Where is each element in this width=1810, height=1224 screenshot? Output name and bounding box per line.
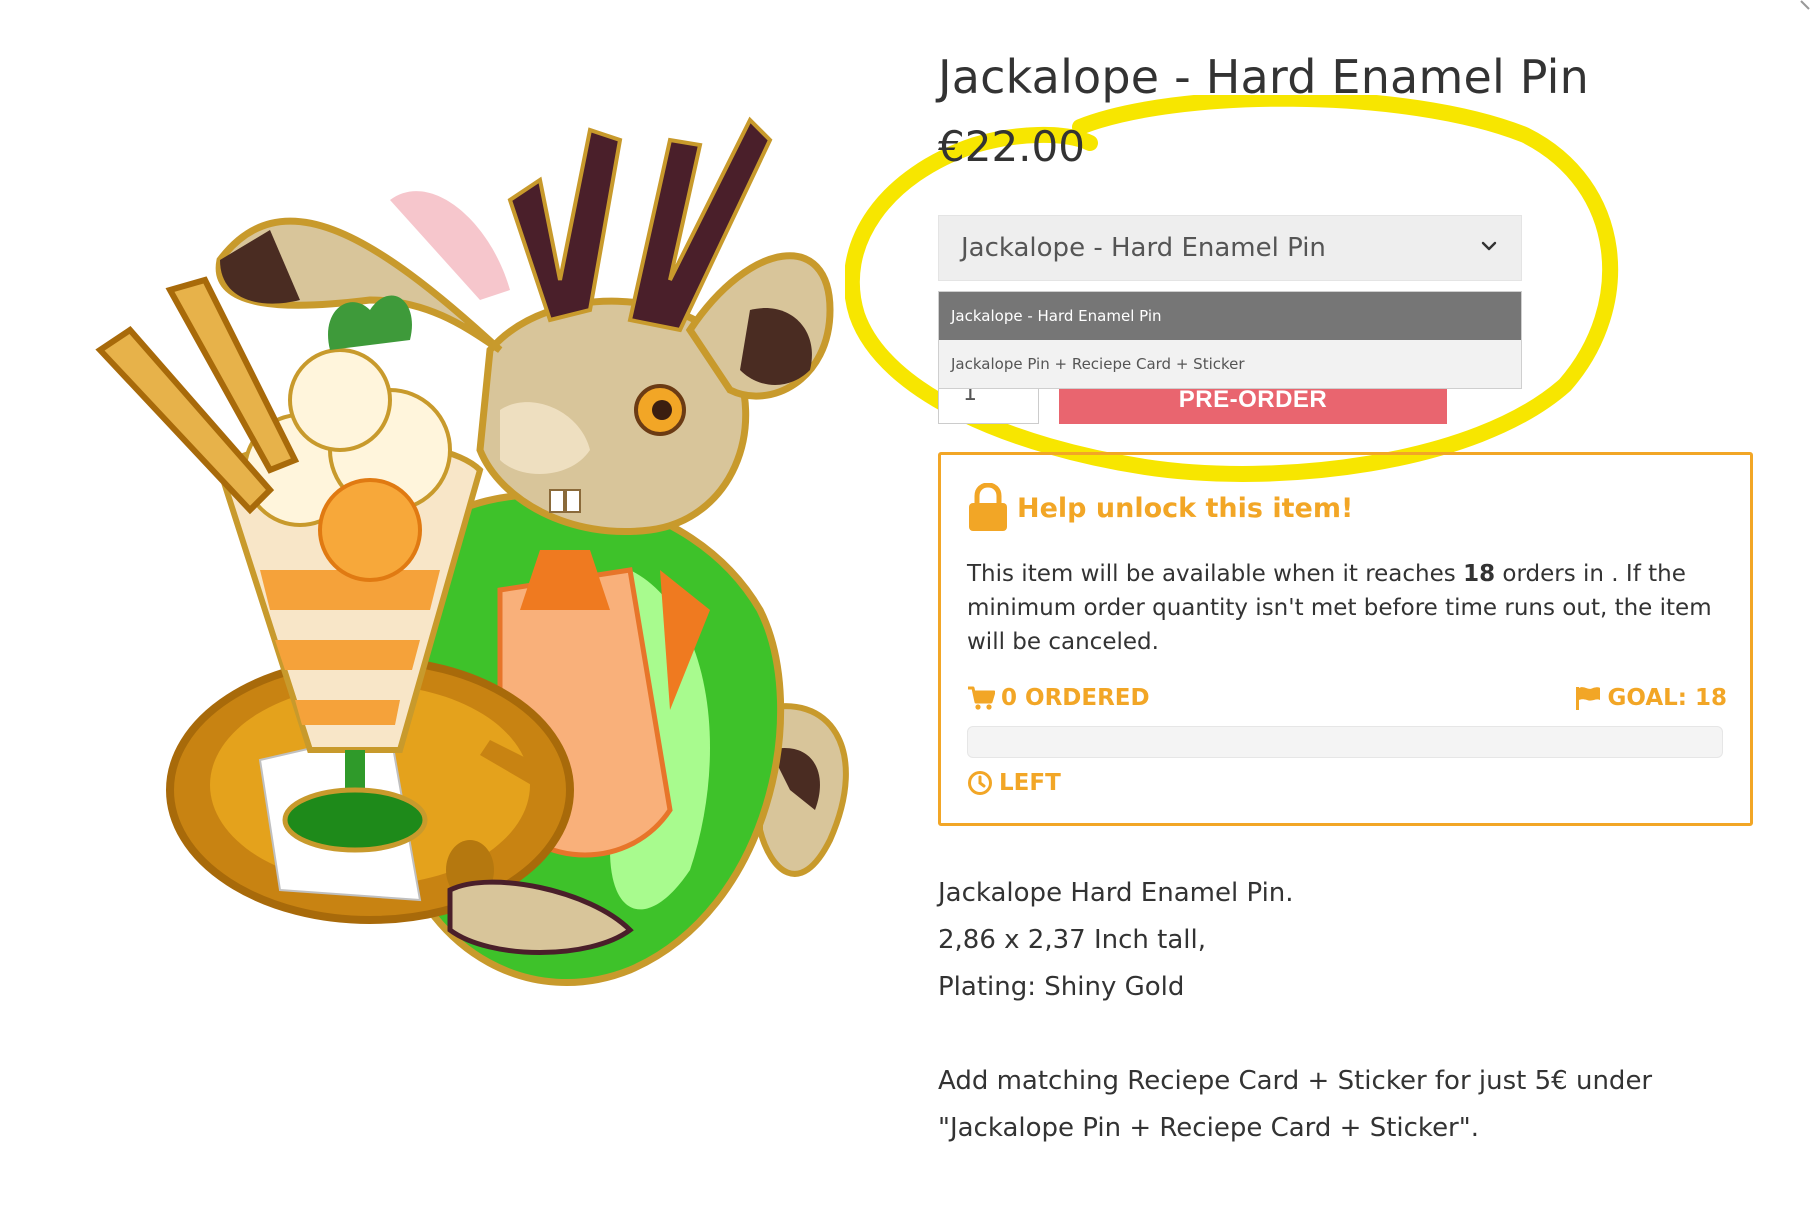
product-description: Jackalope Hard Enamel Pin. 2,86 x 2,37 I…: [938, 870, 1738, 1152]
variant-option[interactable]: Jackalope - Hard Enamel Pin: [939, 292, 1521, 340]
product-info: Jackalope - Hard Enamel Pin €22.00 1 PRE…: [938, 0, 1758, 1224]
ordered-label: 0 ORDERED: [1001, 685, 1150, 711]
clock-icon: [968, 771, 992, 795]
jackalope-illustration: [95, 116, 849, 987]
unlock-header: Help unlock this item!: [967, 483, 1353, 533]
chevron-down-icon: [1481, 241, 1497, 251]
variant-selected-value: Jackalope - Hard Enamel Pin: [961, 233, 1326, 263]
description-line: 2,86 x 2,37 Inch tall,: [938, 925, 1206, 955]
description-line: Jackalope Hard Enamel Pin.: [938, 878, 1294, 908]
unlock-heading: Help unlock this item!: [1017, 492, 1354, 524]
product-image[interactable]: [70, 50, 880, 1010]
ordered-count: 0 ORDERED: [967, 685, 1150, 711]
cart-icon: [968, 686, 995, 710]
product-title: Jackalope - Hard Enamel Pin: [938, 50, 1590, 104]
description-line: "Jackalope Pin + Reciepe Card + Sticker"…: [938, 1113, 1479, 1143]
unlock-goal-number: 18: [1463, 561, 1496, 587]
variant-select[interactable]: Jackalope - Hard Enamel Pin: [938, 215, 1522, 281]
unlock-progress-bar: [967, 726, 1723, 758]
description-line: Add matching Reciepe Card + Sticker for …: [938, 1066, 1653, 1096]
time-left-label: LEFT: [999, 770, 1061, 796]
variant-dropdown: Jackalope - Hard Enamel Pin Jackalope Pi…: [938, 291, 1522, 389]
flag-icon: [1575, 687, 1600, 710]
goal-count: GOAL: 18: [1574, 685, 1727, 711]
goal-label: GOAL: 18: [1607, 685, 1727, 711]
description-line: Plating: Shiny Gold: [938, 972, 1185, 1002]
unlock-text-before: This item will be available when it reac…: [967, 561, 1464, 587]
time-left: LEFT: [967, 770, 1061, 796]
close-icon[interactable]: [1797, 0, 1810, 10]
unlock-stats: 0 ORDERED GOAL: 18: [967, 685, 1727, 717]
unlock-panel: Help unlock this item! This item will be…: [938, 452, 1753, 826]
lock-icon: [969, 483, 1007, 531]
variant-option[interactable]: Jackalope Pin + Reciepe Card + Sticker: [939, 340, 1521, 388]
unlock-description: This item will be available when it reac…: [967, 557, 1727, 659]
product-price: €22.00: [938, 122, 1085, 171]
